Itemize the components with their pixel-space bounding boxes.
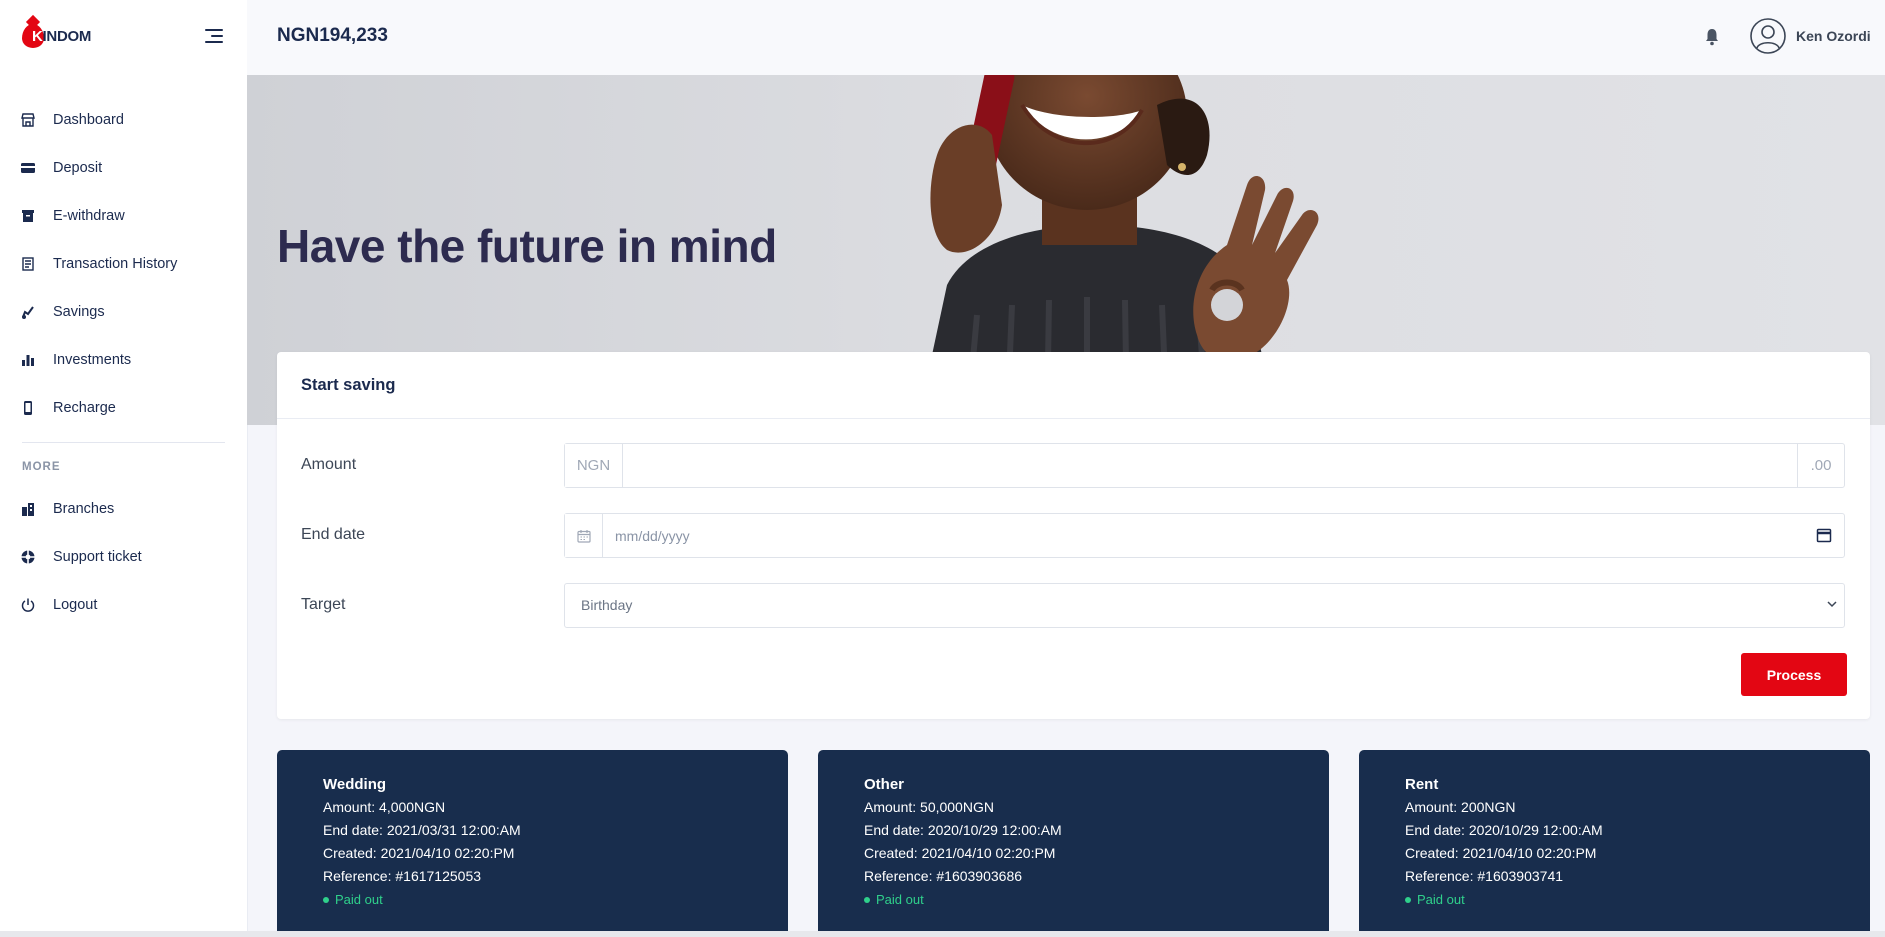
plan-card[interactable]: Wedding Amount: 4,000NGN End date: 2021/…	[277, 750, 788, 937]
plan-name: Other	[864, 776, 905, 793]
plan-end-date: End date: 2020/10/29 12:00:AM	[864, 822, 1062, 838]
sidebar-item-e-withdraw[interactable]: E-withdraw	[0, 192, 247, 240]
building-icon	[22, 503, 34, 516]
sidebar-item-label: Logout	[53, 597, 98, 613]
plan-reference: Reference: #1603903686	[864, 868, 1023, 884]
sidebar-item-label: Branches	[53, 501, 115, 517]
calendar-icon	[576, 529, 591, 543]
sidebar-item-dashboard[interactable]: Dashboard	[0, 96, 247, 144]
amount-input[interactable]	[623, 444, 1797, 487]
amount-suffix: .00	[1797, 444, 1844, 487]
sidebar-item-label: Transaction History	[53, 256, 178, 272]
date-picker-icon[interactable]	[1816, 527, 1832, 543]
sidebar-item-branches[interactable]: Branches	[0, 485, 247, 533]
end-date-label: End date	[301, 526, 366, 543]
plan-created: Created: 2021/04/10 02:20:PM	[864, 845, 1056, 861]
plan-name: Rent	[1405, 776, 1439, 793]
end-date-input[interactable]	[603, 514, 1793, 557]
store-icon	[21, 113, 35, 127]
sidebar-section-heading: MORE	[22, 461, 61, 473]
sidebar: KINDOM Dashboard Deposit E-withdraw Tran…	[0, 0, 247, 937]
savings-plans: Wedding Amount: 4,000NGN End date: 2021/…	[277, 750, 1870, 937]
plan-card[interactable]: Other Amount: 50,000NGN End date: 2020/1…	[818, 750, 1329, 937]
lifebuoy-icon	[21, 550, 35, 564]
sidebar-item-savings[interactable]: Savings	[0, 288, 247, 336]
chevron-down-icon	[1827, 601, 1837, 608]
amount-field: NGN .00	[564, 443, 1845, 488]
plan-amount: Amount: 4,000NGN	[323, 799, 446, 815]
sidebar-item-label: Support ticket	[53, 549, 142, 565]
sidebar-item-label: Investments	[53, 352, 132, 368]
end-date-field	[564, 513, 1845, 558]
account-balance: NGN194,233	[277, 25, 388, 46]
power-icon	[21, 598, 35, 612]
plan-card[interactable]: Rent Amount: 200NGN End date: 2020/10/29…	[1359, 750, 1870, 937]
user-avatar-icon[interactable]	[1750, 18, 1786, 54]
process-button[interactable]: Process	[1741, 653, 1847, 696]
plan-reference: Reference: #1603903741	[1405, 868, 1564, 884]
target-select[interactable]: Birthday	[564, 583, 1845, 628]
sidebar-item-deposit[interactable]: Deposit	[0, 144, 247, 192]
sidebar-item-label: E-withdraw	[53, 208, 125, 224]
brand-name: KINDOM	[32, 28, 92, 45]
plan-reference: Reference: #1617125053	[323, 868, 482, 884]
start-saving-card: Start saving Amount NGN .00 End date Tar…	[277, 352, 1870, 719]
sidebar-item-label: Dashboard	[53, 112, 124, 128]
receipt-icon	[22, 257, 34, 271]
bell-icon[interactable]	[1704, 28, 1720, 46]
sidebar-item-support-ticket[interactable]: Support ticket	[0, 533, 247, 581]
plan-amount: Amount: 50,000NGN	[864, 799, 994, 815]
card-divider	[277, 418, 1870, 419]
horizontal-scrollbar[interactable]	[0, 931, 1885, 937]
plan-created: Created: 2021/04/10 02:20:PM	[323, 845, 515, 861]
credit-card-icon	[21, 163, 35, 173]
currency-prefix: NGN	[565, 444, 623, 487]
hero-title: Have the future in mind	[277, 220, 777, 272]
mobile-icon	[24, 401, 32, 415]
target-selected-value: Birthday	[581, 597, 633, 613]
bar-chart-icon	[22, 355, 34, 366]
sidebar-nav: Dashboard Deposit E-withdraw Transaction…	[0, 96, 247, 629]
plan-end-date: End date: 2020/10/29 12:00:AM	[1405, 822, 1603, 838]
amount-label: Amount	[301, 456, 357, 473]
piggy-bank-icon	[22, 306, 34, 319]
plan-amount: Amount: 200NGN	[1405, 799, 1516, 815]
sidebar-item-label: Deposit	[53, 160, 103, 176]
brand-logo[interactable]: KINDOM	[20, 20, 110, 54]
plan-status-badge: Paid out	[864, 892, 924, 907]
card-title: Start saving	[301, 376, 396, 394]
sidebar-item-label: Savings	[53, 304, 105, 320]
sidebar-item-label: Recharge	[53, 400, 116, 416]
plan-name: Wedding	[323, 776, 387, 793]
sidebar-item-logout[interactable]: Logout	[0, 581, 247, 629]
menu-toggle-icon[interactable]	[203, 29, 223, 43]
plan-status-badge: Paid out	[1405, 892, 1465, 907]
plan-created: Created: 2021/04/10 02:20:PM	[1405, 845, 1597, 861]
sidebar-item-recharge[interactable]: Recharge	[0, 384, 247, 432]
sidebar-item-transaction-history[interactable]: Transaction History	[0, 240, 247, 288]
top-bar: NGN194,233 Ken Ozordi	[247, 0, 1885, 75]
plan-end-date: End date: 2021/03/31 12:00:AM	[323, 822, 521, 838]
calendar-prefix	[565, 514, 603, 557]
target-label: Target	[301, 596, 346, 613]
plan-status-badge: Paid out	[323, 892, 383, 907]
archive-icon	[22, 210, 34, 222]
user-name[interactable]: Ken Ozordi	[1796, 28, 1871, 44]
sidebar-item-investments[interactable]: Investments	[0, 336, 247, 384]
